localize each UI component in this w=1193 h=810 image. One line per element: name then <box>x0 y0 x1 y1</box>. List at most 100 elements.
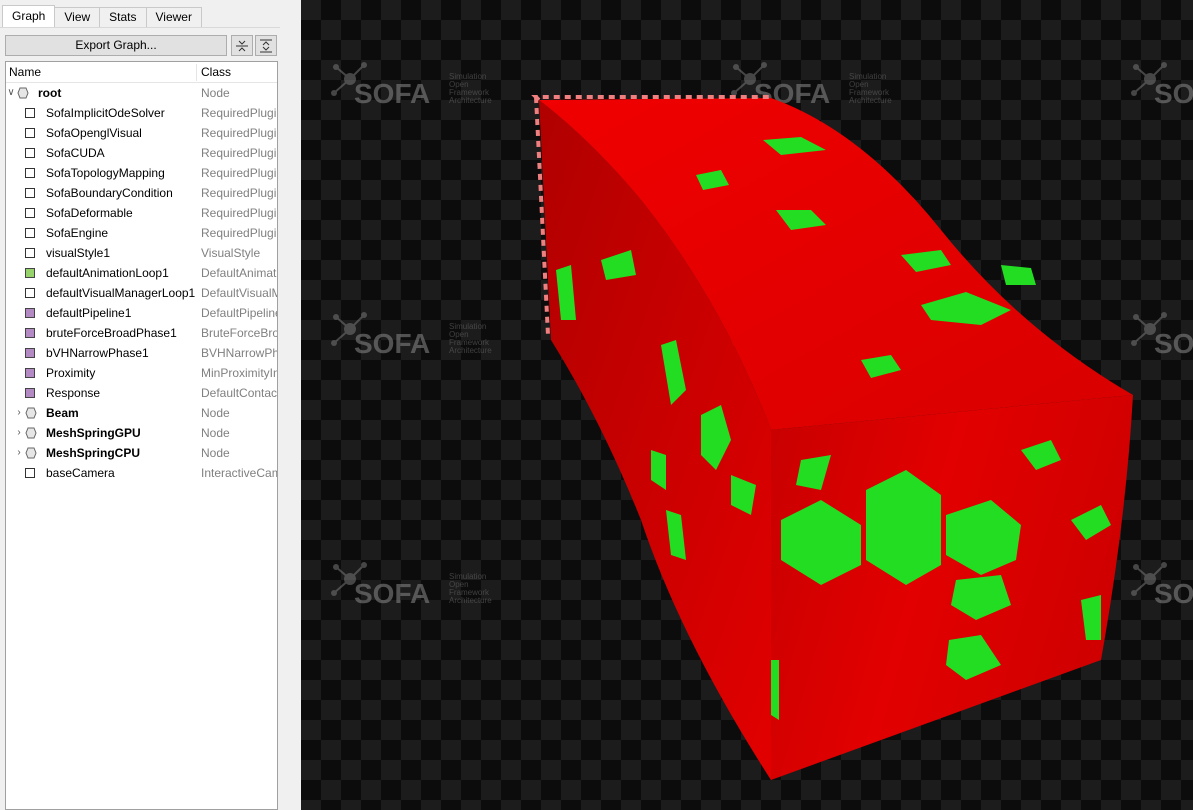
tree-row-name: visualStyle1 <box>46 246 111 260</box>
expand-all-button[interactable] <box>231 35 253 56</box>
tree-row-class: BVHNarrowPhase <box>201 346 277 360</box>
tree-row[interactable]: bVHNarrowPhase1 BVHNarrowPhase <box>6 343 277 363</box>
expand-all-icon <box>236 40 248 51</box>
tree-row[interactable]: visualStyle1 VisualStyle <box>6 243 277 263</box>
tree-row-class: DefaultAnimationLoop <box>201 266 277 280</box>
tree-row-name: bVHNarrowPhase1 <box>46 346 149 360</box>
tree-row-name: Response <box>46 386 101 400</box>
tree-row-name: SofaBoundaryCondition <box>46 186 173 200</box>
tree-row-class: InteractiveCamera <box>201 466 277 480</box>
component-icon <box>25 388 35 398</box>
component-icon <box>25 308 35 318</box>
tree-row-class: RequiredPlugin <box>201 126 278 140</box>
tree-row[interactable]: baseCamera InteractiveCamera <box>6 463 277 483</box>
tab-graph[interactable]: Graph <box>2 5 56 27</box>
tree-row-class: DefaultPipeline <box>201 306 278 320</box>
component-icon <box>25 108 35 118</box>
column-class-header[interactable]: Class <box>201 62 231 83</box>
export-graph-button[interactable]: Export Graph... <box>5 35 227 56</box>
tree-row-name: defaultAnimationLoop1 <box>46 266 169 280</box>
tree-row-class: DefaultVisualManagerLoop <box>201 286 277 300</box>
tree-row-class: Node <box>201 446 230 460</box>
tree-row[interactable]: SofaImplicitOdeSolver RequiredPlugin <box>6 103 277 123</box>
chevron-right-icon[interactable]: › <box>14 443 24 463</box>
tree-row-name: MeshSpringCPU <box>46 446 141 460</box>
tree-row-class: RequiredPlugin <box>201 166 278 180</box>
tab-stats[interactable]: Stats <box>99 7 147 27</box>
tree-row-class: DefaultContactManager <box>201 386 278 400</box>
viewer-canvas[interactable]: SOFASimulationOpenFrameworkArchitecture … <box>301 0 1193 810</box>
sofa-logo-subtitle: Architecture <box>449 596 492 605</box>
tree-row[interactable]: SofaOpenglVisual RequiredPlugin <box>6 123 277 143</box>
chevron-right-icon[interactable]: › <box>14 403 24 423</box>
tree-row[interactable]: › Beam Node <box>6 403 277 423</box>
tree-row[interactable]: Proximity MinProximityIntersection <box>6 363 277 383</box>
sofa-logo-subtitle: Architecture <box>449 96 492 105</box>
component-icon <box>25 468 35 478</box>
sofa-logo-text: SOFA <box>1154 578 1193 609</box>
tree-row-class: VisualStyle <box>201 246 261 260</box>
tree-row-name: SofaEngine <box>46 226 109 240</box>
tree-row-name: SofaTopologyMapping <box>46 166 165 180</box>
tree-row-class: Node <box>201 86 230 100</box>
tree-row-name: baseCamera <box>46 466 115 480</box>
panel-splitter[interactable] <box>282 0 301 810</box>
tree-row-class: RequiredPlugin <box>201 146 278 160</box>
node-icon <box>17 87 29 99</box>
tab-view[interactable]: View <box>54 7 101 27</box>
component-icon <box>25 348 35 358</box>
tree-rows: ∨ root Node SofaImplicitOdeSolver RequiredPl… <box>6 83 277 483</box>
tab-bar: Graph View Stats Viewer <box>2 5 202 27</box>
tree-row-class: Node <box>201 426 230 440</box>
component-icon <box>25 188 35 198</box>
3d-viewer[interactable]: SOFA Simulation Open Framework Architecture … <box>301 0 1193 810</box>
component-icon <box>25 368 35 378</box>
tree-row[interactable]: › MeshSpringGPU Node <box>6 423 277 443</box>
tree-row[interactable]: SofaBoundaryCondition RequiredPlugin <box>6 183 277 203</box>
component-icon <box>25 208 35 218</box>
tree-row-class: RequiredPlugin <box>201 206 278 220</box>
tree-row-name: bruteForceBroadPhase1 <box>46 326 177 340</box>
tree-row-name: SofaCUDA <box>46 146 105 160</box>
tree-row[interactable]: SofaCUDA RequiredPlugin <box>6 143 277 163</box>
tree-row-class: Node <box>201 406 230 420</box>
collapse-all-button[interactable] <box>255 35 277 56</box>
tree-row[interactable]: › MeshSpringCPU Node <box>6 443 277 463</box>
tree-row-name: SofaDeformable <box>46 206 133 220</box>
tree-row-class: RequiredPlugin <box>201 106 278 120</box>
tree-row[interactable]: SofaDeformable RequiredPlugin <box>6 203 277 223</box>
column-separator[interactable] <box>196 64 197 81</box>
tab-viewer[interactable]: Viewer <box>145 7 202 27</box>
sofa-logo-text: SOFA <box>354 578 430 609</box>
component-icon <box>25 228 35 238</box>
component-icon <box>25 288 35 298</box>
scene-graph-tree[interactable]: Name Class ∨ root Node SofaImplicitOdeSolve… <box>5 61 278 810</box>
tree-row-name: SofaOpenglVisual <box>46 126 142 140</box>
tree-row-name: root <box>38 86 62 100</box>
sofa-logo-subtitle: Architecture <box>849 96 892 105</box>
chevron-right-icon[interactable]: › <box>14 423 24 443</box>
tree-row[interactable]: defaultPipeline1 DefaultPipeline <box>6 303 277 323</box>
column-name-header[interactable]: Name <box>9 62 41 83</box>
sofa-logo-text: SOFA <box>354 78 430 109</box>
node-icon <box>25 447 37 459</box>
tree-row[interactable]: defaultAnimationLoop1 DefaultAnimationLoo… <box>6 263 277 283</box>
tree-row[interactable]: SofaEngine RequiredPlugin <box>6 223 277 243</box>
chevron-down-icon[interactable]: ∨ <box>6 83 16 103</box>
component-icon <box>25 148 35 158</box>
tree-row[interactable]: Response DefaultContactManager <box>6 383 277 403</box>
collapse-all-icon <box>260 39 272 52</box>
tree-row[interactable]: bruteForceBroadPhase1 BruteForceBroadPhas… <box>6 323 277 343</box>
component-icon <box>25 248 35 258</box>
component-icon <box>25 268 35 278</box>
tree-row-name: SofaImplicitOdeSolver <box>46 106 165 120</box>
tree-row[interactable]: ∨ root Node <box>6 83 277 103</box>
tree-row-class: BruteForceBroadPhase <box>201 326 277 340</box>
component-icon <box>25 328 35 338</box>
sofa-logo-text: SOFA <box>1154 78 1193 109</box>
tree-row-name: MeshSpringGPU <box>46 426 141 440</box>
tree-row[interactable]: defaultVisualManagerLoop1 DefaultVisualMa… <box>6 283 277 303</box>
tree-row[interactable]: SofaTopologyMapping RequiredPlugin <box>6 163 277 183</box>
tree-row-name: defaultPipeline1 <box>46 306 132 320</box>
component-icon <box>25 168 35 178</box>
